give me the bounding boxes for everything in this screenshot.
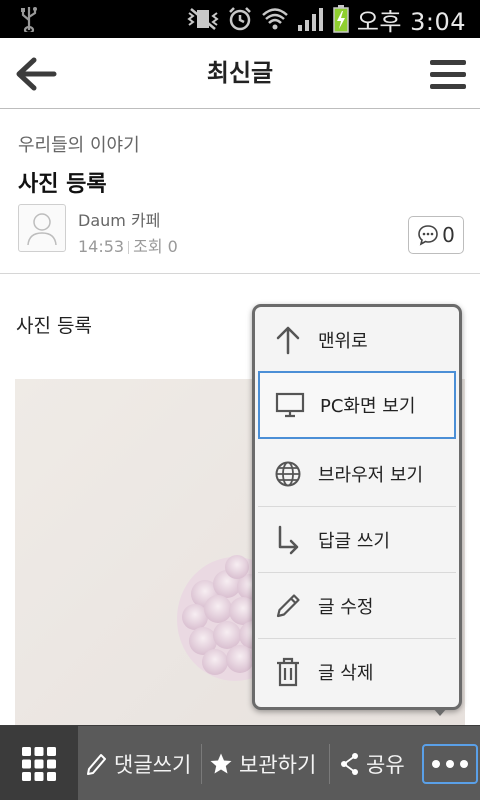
status-time: 오후 3:04 xyxy=(356,7,466,36)
more-options-button[interactable] xyxy=(422,744,478,784)
star-icon xyxy=(210,753,232,773)
menu-item-label: PC화면 보기 xyxy=(320,396,416,417)
avatar[interactable] xyxy=(18,204,66,252)
menu-item-label: 브라우저 보기 xyxy=(318,464,424,486)
more-dot-icon xyxy=(446,760,454,768)
share-label: 공유 xyxy=(366,752,405,777)
share-icon xyxy=(341,752,358,775)
menu-item-label: 맨위로 xyxy=(318,330,368,352)
post-meta: 14:53 조회 0 xyxy=(78,233,178,257)
reply-arrow-icon xyxy=(278,525,299,554)
toolbar-divider xyxy=(201,744,202,784)
default-avatar-icon xyxy=(27,213,57,246)
write-comment-label: 댓글쓰기 xyxy=(114,752,192,777)
page-title: 최신글 xyxy=(206,59,274,87)
hamburger-menu-icon[interactable] xyxy=(430,60,466,90)
arrow-up-icon xyxy=(276,326,300,354)
post-title: 사진 등록 xyxy=(18,172,107,197)
comment-count: 0 xyxy=(442,223,455,247)
post-time: 14:53 xyxy=(78,237,125,256)
post-body-text: 사진 등록 xyxy=(16,315,92,337)
bottom-toolbar: 댓글쓰기 보관하기 공유 xyxy=(0,725,480,800)
view-count: 조회 0 xyxy=(133,237,178,256)
trash-icon xyxy=(277,657,299,687)
author-name[interactable]: Daum 카페 xyxy=(78,207,160,231)
speech-bubble-icon xyxy=(418,225,438,246)
menu-item-label: 글 수정 xyxy=(318,596,374,618)
overflow-popup-menu: 맨위로 PC화면 보기 브라우저 보기 답글 쓰기 글 수정 글 삭제 xyxy=(252,304,462,710)
grid-icon xyxy=(22,746,56,781)
pencil-icon xyxy=(87,753,106,775)
post-header: 우리들의 이야기 사진 등록 Daum 카페 14:53 조회 0 0 xyxy=(0,109,480,274)
signal-icon xyxy=(297,8,323,31)
alarm-icon xyxy=(228,7,251,31)
monitor-icon xyxy=(275,392,305,418)
toolbar-divider xyxy=(329,744,330,784)
write-comment-button[interactable]: 댓글쓰기 xyxy=(86,726,191,800)
menu-item-browser-view[interactable]: 브라우저 보기 xyxy=(258,441,456,507)
app-grid-button[interactable] xyxy=(0,726,78,800)
comment-count-button[interactable]: 0 xyxy=(408,216,464,254)
vibrate-icon xyxy=(187,8,219,30)
status-bar: 오후 3:04 xyxy=(0,0,480,38)
bookmark-button[interactable]: 보관하기 xyxy=(209,726,316,800)
globe-icon xyxy=(275,461,301,486)
menu-item-scroll-top[interactable]: 맨위로 xyxy=(258,307,456,373)
more-dot-icon xyxy=(460,760,468,768)
board-name[interactable]: 우리들의 이야기 xyxy=(18,131,140,157)
menu-item-edit[interactable]: 글 수정 xyxy=(258,573,456,639)
menu-item-label: 답글 쓰기 xyxy=(318,530,390,552)
app-bar: 최신글 xyxy=(0,38,480,109)
more-dot-icon xyxy=(432,760,440,768)
share-button[interactable]: 공유 xyxy=(340,726,405,800)
menu-item-label: 글 삭제 xyxy=(318,663,374,684)
menu-item-delete[interactable]: 글 삭제 xyxy=(258,639,456,705)
popup-pointer xyxy=(432,707,448,716)
battery-charging-icon xyxy=(333,5,349,33)
menu-item-reply[interactable]: 답글 쓰기 xyxy=(258,507,456,573)
wifi-icon xyxy=(261,8,288,30)
usb-icon xyxy=(21,7,37,32)
bookmark-label: 보관하기 xyxy=(239,752,317,777)
pencil-icon xyxy=(276,593,300,617)
menu-item-pc-view[interactable]: PC화면 보기 xyxy=(258,371,456,439)
